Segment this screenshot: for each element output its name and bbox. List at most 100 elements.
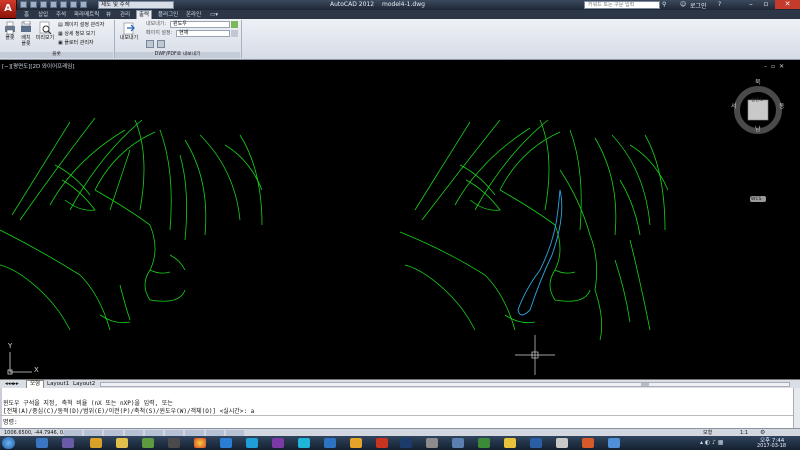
taskbar-app-icon-13[interactable] xyxy=(350,438,362,448)
undo-icon[interactable] xyxy=(60,1,67,8)
page-setup-select[interactable]: 현재 xyxy=(176,30,230,37)
panel-title-plot[interactable]: 플롯 xyxy=(0,52,113,58)
page-setup-manager-label: 페이지 설정 관리자 xyxy=(64,22,105,28)
word-icon[interactable] xyxy=(530,438,542,448)
internet-explorer-icon[interactable] xyxy=(220,438,232,448)
taskbar-app-icon-9[interactable] xyxy=(246,438,258,448)
plotter-manager-button[interactable]: ▣ 플로터 관리자 xyxy=(58,40,94,46)
page-setup-manager-button[interactable]: ▤ 페이지 설정 관리자 xyxy=(58,22,104,28)
export-icon xyxy=(123,22,135,35)
drawing-canvas[interactable] xyxy=(0,60,800,379)
taskbar-app-icon-23[interactable] xyxy=(608,438,620,448)
tab-insert[interactable]: 삽입 xyxy=(36,11,50,19)
viewcube-west[interactable]: 서 xyxy=(731,101,737,110)
file-name: model4-1.dwg xyxy=(382,1,425,8)
chrome-icon[interactable] xyxy=(194,438,206,448)
taskbar-app-icon-18[interactable] xyxy=(478,438,490,448)
save-as-icon[interactable] xyxy=(50,1,57,8)
command-grip[interactable] xyxy=(0,388,2,428)
batch-plot-label-2: 플롯 xyxy=(21,41,31,47)
taskbar-app-icon-10[interactable] xyxy=(272,438,284,448)
close-icon[interactable]: ✕ xyxy=(775,0,800,9)
tab-home[interactable]: 홈 xyxy=(22,11,31,19)
save-icon[interactable] xyxy=(40,1,47,8)
axis-x-label: X xyxy=(34,366,39,374)
taskbar-app-icon-22[interactable] xyxy=(582,438,594,448)
export-select[interactable]: 윈도우 xyxy=(170,21,230,28)
tray-icons[interactable]: ▴ ◐ ♪ ▦ xyxy=(700,439,723,446)
clock-date[interactable]: 2017-03-18 xyxy=(757,443,786,449)
export-select-value: 윈도우 xyxy=(173,21,187,27)
panel-title-export[interactable]: DWF/PDF로 내보내기 xyxy=(115,52,240,58)
app-title: AutoCAD 2012 xyxy=(330,1,375,8)
start-button-icon[interactable] xyxy=(2,437,15,449)
taskbar-app-icon-11[interactable] xyxy=(298,438,310,448)
taskbar-app-icon-21[interactable] xyxy=(556,438,568,448)
tab-manage[interactable]: 관리 xyxy=(118,11,132,19)
taskbar-app-icon-2[interactable] xyxy=(62,438,74,448)
preview-small-icon[interactable] xyxy=(146,40,154,48)
tab-nav-arrows[interactable]: ◂◂◂▸▸ xyxy=(2,381,22,388)
ribbon-toggle-icon[interactable]: ▭▾ xyxy=(208,11,220,19)
tab-layout1[interactable]: Layout1 xyxy=(44,381,72,388)
taskbar-app-icon-17[interactable] xyxy=(452,438,464,448)
viewcube[interactable] xyxy=(734,86,782,202)
taskbar-app-icon-4[interactable] xyxy=(116,438,128,448)
scrollbar-thumb[interactable] xyxy=(641,383,649,386)
options-small-icon[interactable] xyxy=(157,40,165,48)
export-button[interactable]: 내보내기 xyxy=(117,21,141,41)
batch-plot-button[interactable]: 배치 플롯 xyxy=(18,21,34,47)
help-icon[interactable]: ? xyxy=(718,1,721,8)
viewport-window-buttons[interactable]: –▫✕ xyxy=(764,63,798,70)
command-prompt[interactable]: 명령: xyxy=(3,417,18,426)
new-icon[interactable] xyxy=(20,1,27,8)
ucs-menu-button[interactable]: WCS xyxy=(751,197,761,202)
title-bar: 제도 및 주석 AutoCAD 2012 model4-1.dwg 키워드 또는… xyxy=(0,0,800,10)
search-icon[interactable]: ⚲ xyxy=(662,1,666,8)
minimize-icon[interactable]: – xyxy=(744,0,758,9)
taskbar-app-icon-12[interactable] xyxy=(324,438,336,448)
taskbar-app-icon-6[interactable] xyxy=(168,438,180,448)
photoshop-icon[interactable] xyxy=(400,438,412,448)
page-setup-options-icon[interactable] xyxy=(231,30,238,37)
sign-in-label[interactable]: 로그인 xyxy=(690,1,707,10)
viewport-controls-label[interactable]: [−][평면도][2D 와이어프레임] xyxy=(2,62,75,70)
command-scrollbar[interactable] xyxy=(793,388,800,428)
panel-divider-2 xyxy=(241,20,242,58)
horizontal-scrollbar[interactable] xyxy=(100,382,790,387)
search-input[interactable]: 키워드 또는 구문 입력 xyxy=(584,1,660,9)
ribbon-tabs: 홈 삽입 주석 파라메트릭 뷰 관리 출력 플러그인 온라인 ▭▾ xyxy=(16,10,800,20)
tab-parametric[interactable]: 파라메트릭 xyxy=(72,11,101,19)
preview-button[interactable]: 미리보기 xyxy=(34,21,56,41)
autocad-icon[interactable] xyxy=(376,438,388,448)
export-label: 내보내기 xyxy=(119,35,139,41)
taskbar-app-icon-5[interactable] xyxy=(142,438,154,448)
windows-taskbar: ▴ ◐ ♪ ▦ 오후 7:44 2017-03-18 xyxy=(0,436,800,450)
open-icon[interactable] xyxy=(30,1,37,8)
export-field-label: 내보내기: xyxy=(146,21,167,27)
viewcube-top-face[interactable]: 평면도 xyxy=(751,97,763,103)
viewcube-east[interactable]: 동 xyxy=(779,101,785,110)
tab-plugins[interactable]: 플러그인 xyxy=(156,11,180,19)
workspace-dropdown[interactable]: 제도 및 주석 xyxy=(98,1,174,9)
crosshair-cursor xyxy=(515,335,555,375)
folder-icon[interactable] xyxy=(504,438,516,448)
export-options-icon[interactable] xyxy=(231,21,238,28)
tab-online[interactable]: 온라인 xyxy=(184,11,203,19)
user-icon[interactable]: ☺ xyxy=(680,1,686,8)
plot-button[interactable]: 플롯 xyxy=(2,21,18,41)
tab-view[interactable]: 뷰 xyxy=(104,11,113,19)
taskbar-app-icon-1[interactable] xyxy=(36,438,48,448)
tab-layout2[interactable]: Layout2 xyxy=(70,381,98,388)
page-setup-select-value: 현재 xyxy=(179,30,189,36)
print-icon[interactable] xyxy=(80,1,87,8)
application-menu-button[interactable]: A xyxy=(0,0,17,18)
tab-annotate[interactable]: 주석 xyxy=(54,11,68,19)
redo-icon[interactable] xyxy=(70,1,77,8)
taskbar-app-icon-16[interactable] xyxy=(426,438,438,448)
viewcube-south[interactable]: 남 xyxy=(755,124,761,133)
maximize-icon[interactable]: ▫ xyxy=(759,0,773,9)
viewcube-north[interactable]: 북 xyxy=(755,77,761,86)
plot-details-button[interactable]: ▦ 상세 정보 보기 xyxy=(58,31,95,37)
taskbar-app-icon-3[interactable] xyxy=(90,438,102,448)
